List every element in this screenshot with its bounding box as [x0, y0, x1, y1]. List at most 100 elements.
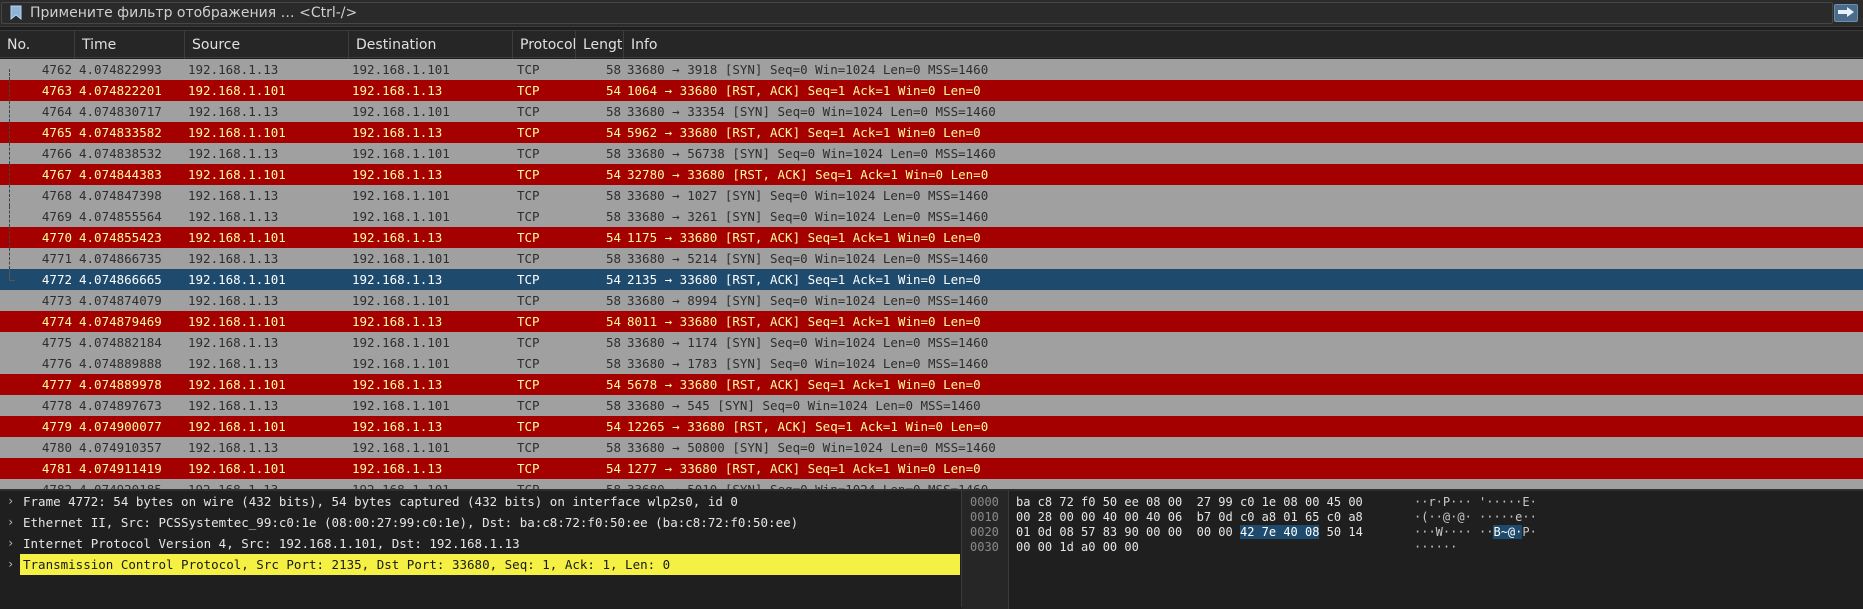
packet-row-selected[interactable]: 4772 4.074866665 192.168.1.101 192.168.1.13… [0, 269, 1863, 290]
column-header-protocol[interactable]: Protocol [513, 31, 576, 59]
packet-destination: 192.168.1.13 [352, 377, 443, 392]
packet-no: 4764 [41, 104, 72, 119]
bytes-ascii[interactable]: ··r·P··· '·····E· [1414, 495, 1537, 510]
packet-protocol: TCP [517, 479, 572, 489]
detail-tree-item[interactable]: › Frame 4772: 54 bytes on wire (432 bits)… [0, 491, 961, 512]
packet-no: 4776 [41, 356, 72, 371]
detail-tree-item[interactable]: › Internet Protocol Version 4, Src: 192.1… [0, 533, 961, 554]
packet-protocol: TCP [517, 272, 540, 287]
packet-length: 58 [605, 209, 621, 224]
packet-destination: 192.168.1.101 [352, 398, 450, 413]
packet-destination: 192.168.1.101 [352, 62, 450, 77]
packet-info: 5962 → 33680 [RST, ACK] Seq=1 Ack=1 Win=… [627, 125, 981, 140]
packet-info: 2135 → 33680 [RST, ACK] Seq=1 Ack=1 Win=… [627, 272, 981, 287]
packet-source: 192.168.1.13 [188, 479, 348, 489]
packet-time: 4.074855423 [79, 230, 162, 245]
packet-source: 192.168.1.101 [188, 272, 286, 287]
bytes-ascii[interactable]: ······ [1414, 540, 1457, 555]
packet-protocol: TCP [517, 251, 540, 266]
expand-chevron-icon[interactable]: › [7, 554, 17, 575]
column-header-destination[interactable]: Destination [349, 31, 513, 59]
packet-row[interactable]: 4767 4.074844383 192.168.1.101 192.168.1.13… [0, 164, 1863, 185]
packet-no: 4779 [41, 419, 72, 434]
packet-row[interactable]: 4777 4.074889978 192.168.1.101 192.168.1.13… [0, 374, 1863, 395]
packet-destination: 192.168.1.101 [352, 335, 450, 350]
packet-row[interactable]: 4762 4.074822993 192.168.1.13 192.168.1.101… [0, 59, 1863, 80]
packet-no: 4782 [0, 479, 72, 489]
packet-row[interactable]: 4780 4.074910357 192.168.1.13 192.168.1.101… [0, 437, 1863, 458]
bytes-hex-segment: ba c8 72 f0 50 ee 08 00 27 99 c0 1e 08 0… [1016, 495, 1363, 509]
bytes-ascii[interactable]: ·(··@·@· ·····e·· [1414, 510, 1537, 525]
packet-length: 58 [605, 104, 621, 119]
bytes-hex[interactable]: 00 00 1d a0 00 00 [1016, 540, 1139, 555]
packet-length: 54 [605, 461, 621, 476]
packet-info: 12265 → 33680 [RST, ACK] Seq=1 Ack=1 Win… [627, 419, 989, 434]
packet-row[interactable]: 4764 4.074830717 192.168.1.13 192.168.1.101… [0, 101, 1863, 122]
packet-info: 33680 → 545 [SYN] Seq=0 Win=1024 Len=0 M… [627, 398, 981, 413]
packet-length: 58 [605, 188, 621, 203]
packet-protocol: TCP [517, 125, 540, 140]
packet-row[interactable]: 4769 4.074855564 192.168.1.13 192.168.1.101… [0, 206, 1863, 227]
packet-row[interactable]: 4776 4.074889888 192.168.1.13 192.168.1.101… [0, 353, 1863, 374]
display-filter-input[interactable]: Примените фильтр отображения … <Ctrl-/> [1, 2, 1833, 24]
packet-info: 33680 → 5010 [SYN] Seq=0 Win=1024 Len=0 … [627, 479, 1857, 489]
packet-time: 4.074920185 [79, 479, 184, 489]
bookmark-icon[interactable] [10, 5, 24, 21]
bytes-hex[interactable]: ba c8 72 f0 50 ee 08 00 27 99 c0 1e 08 0… [1016, 495, 1363, 510]
packet-info: 33680 → 56738 [SYN] Seq=0 Win=1024 Len=0… [627, 146, 996, 161]
column-header-info[interactable]: Info [624, 31, 1863, 59]
packet-details-pane: › Frame 4772: 54 bytes on wire (432 bits)… [0, 489, 961, 607]
column-header-no[interactable]: No. [0, 31, 75, 59]
expand-chevron-icon[interactable]: › [7, 491, 17, 512]
packet-row[interactable]: 4771 4.074866735 192.168.1.13 192.168.1.101… [0, 248, 1863, 269]
expand-chevron-icon[interactable]: › [7, 512, 17, 533]
packet-destination: 192.168.1.13 [352, 272, 443, 287]
packet-info: 33680 → 1027 [SYN] Seq=0 Win=1024 Len=0 … [627, 188, 989, 203]
packet-info: 33680 → 50800 [SYN] Seq=0 Win=1024 Len=0… [627, 440, 996, 455]
column-header-length[interactable]: Lengtl [576, 31, 624, 59]
detail-tree-item[interactable]: › Ethernet II, Src: PCSSystemtec_99:c0:1e… [0, 512, 961, 533]
apply-filter-button[interactable] [1834, 4, 1858, 22]
bytes-ascii[interactable]: ···W···· ··B~@·P· [1414, 525, 1537, 540]
packet-protocol: TCP [517, 188, 540, 203]
bytes-hex-segment: 50 14 [1319, 525, 1363, 539]
bytes-hex[interactable]: 00 28 00 00 40 00 40 06 b7 0d c0 a8 01 6… [1016, 510, 1363, 525]
packet-row[interactable]: 4782 4.074920185 192.168.1.13 192.168.1.101… [0, 479, 1863, 489]
packet-row[interactable]: 4775 4.074882184 192.168.1.13 192.168.1.101… [0, 332, 1863, 353]
packet-protocol: TCP [517, 314, 540, 329]
packet-row[interactable]: 4766 4.074838532 192.168.1.13 192.168.1.101… [0, 143, 1863, 164]
bytes-ascii-segment: ·(··@·@· ·····e·· [1414, 510, 1537, 524]
bytes-offset: 0000 [970, 495, 999, 509]
packet-destination: 192.168.1.13 [352, 314, 443, 329]
packet-destination: 192.168.1.101 [352, 251, 450, 266]
packet-time: 4.074897673 [79, 398, 162, 413]
packet-length: 54 [605, 125, 621, 140]
bytes-offset: 0010 [970, 510, 999, 524]
bytes-line: 0000 ba c8 72 f0 50 ee 08 00 27 99 c0 1e … [962, 495, 1862, 510]
packet-info: 33680 → 1174 [SYN] Seq=0 Win=1024 Len=0 … [627, 335, 989, 350]
packet-no: 4778 [41, 398, 72, 413]
detail-text: Transmission Control Protocol, Src Port:… [20, 554, 960, 575]
packet-row[interactable]: 4763 4.074822201 192.168.1.101 192.168.1.13… [0, 80, 1863, 101]
packet-row[interactable]: 4778 4.074897673 192.168.1.13 192.168.1.101… [0, 395, 1863, 416]
packet-length: 58 [605, 356, 621, 371]
detail-tree-item[interactable]: › Transmission Control Protocol, Src Port… [0, 554, 961, 575]
packet-row[interactable]: 4768 4.074847398 192.168.1.13 192.168.1.101… [0, 185, 1863, 206]
packet-length: 54 [605, 314, 621, 329]
packet-no: 4773 [41, 293, 72, 308]
packet-row[interactable]: 4773 4.074874079 192.168.1.13 192.168.1.101… [0, 290, 1863, 311]
packet-source: 192.168.1.101 [188, 461, 286, 476]
packet-row[interactable]: 4781 4.074911419 192.168.1.101 192.168.1.13… [0, 458, 1863, 479]
expand-chevron-icon[interactable]: › [7, 533, 17, 554]
packet-length: 58 [605, 335, 621, 350]
packet-row[interactable]: 4779 4.074900077 192.168.1.101 192.168.1.13… [0, 416, 1863, 437]
packet-rows: 4762 4.074822993 192.168.1.13 192.168.1.101… [0, 59, 1863, 489]
packet-row[interactable]: 4774 4.074879469 192.168.1.101 192.168.1.13… [0, 311, 1863, 332]
packet-source: 192.168.1.101 [188, 419, 286, 434]
column-header-time[interactable]: Time [75, 31, 185, 59]
bytes-hex[interactable]: 01 0d 08 57 83 90 00 00 00 00 42 7e 40 0… [1016, 525, 1363, 540]
packet-row[interactable]: 4770 4.074855423 192.168.1.101 192.168.1.13… [0, 227, 1863, 248]
column-header-source[interactable]: Source [185, 31, 349, 59]
packet-row[interactable]: 4765 4.074833582 192.168.1.101 192.168.1.13… [0, 122, 1863, 143]
packet-no: 4774 [41, 314, 72, 329]
